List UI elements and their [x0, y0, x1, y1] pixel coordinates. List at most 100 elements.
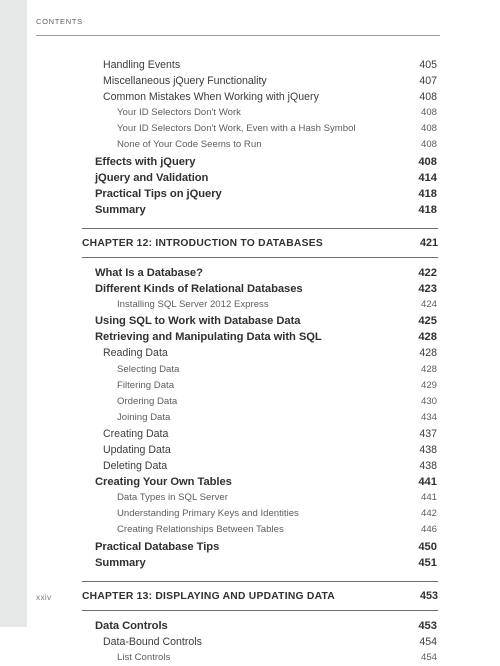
toc-entry-title: Data Controls	[95, 619, 168, 632]
toc-entry[interactable]: Creating Relationships Between Tables 446	[0, 522, 500, 538]
toc-entry[interactable]: jQuery and Validation 414	[0, 170, 500, 186]
toc-entry-title: Ordering Data	[117, 395, 178, 407]
toc-entry[interactable]: Filtering Data 429	[0, 378, 500, 394]
toc-entry[interactable]: Ordering Data 430	[0, 394, 500, 410]
toc-entry-title: Updating Data	[103, 443, 171, 456]
toc-entry-page-number: 408	[420, 139, 437, 151]
toc-entry-title: Selecting Data	[117, 363, 180, 375]
toc-entry-title: jQuery and Validation	[95, 171, 209, 184]
toc-entry-title: List Controls	[117, 651, 171, 663]
toc-entry[interactable]: Handling Events 405	[0, 57, 500, 73]
toc-entry-title: Practical Database Tips	[95, 540, 220, 553]
toc-entry[interactable]: Different Kinds of Relational Databases 4…	[0, 281, 500, 297]
toc-entry-page-number: 442	[420, 508, 437, 520]
toc-entry-title: Data-Bound Controls	[103, 635, 202, 648]
toc-entry-page-number: 422	[418, 266, 437, 279]
toc-entry-title: Practical Tips on jQuery	[95, 187, 222, 200]
toc-entry[interactable]: List Controls 454	[0, 650, 500, 666]
toc-entry-title: Creating Data	[103, 427, 169, 440]
toc-entry-title: Data Types in SQL Server	[117, 492, 228, 504]
toc-entry-title: Understanding Primary Keys and Identitie…	[117, 508, 299, 520]
toc-entry-page-number: 418	[418, 187, 437, 200]
toc-entry-page-number: 405	[419, 59, 437, 71]
toc-entry[interactable]: Understanding Primary Keys and Identitie…	[0, 506, 500, 522]
toc-entry[interactable]: Practical Database Tips 450	[0, 539, 500, 555]
toc-entry[interactable]: Updating Data 438	[0, 442, 500, 458]
toc-entry-page-number: 434	[420, 411, 437, 423]
toc-entry-page-number: 438	[419, 443, 437, 456]
toc-entry[interactable]: Reading Data 428	[0, 345, 500, 361]
toc-entry-page-number: 424	[420, 299, 437, 311]
chapter-title: CHAPTER 12: INTRODUCTION TO DATABASES	[82, 237, 323, 249]
toc-entry-title: What Is a Database?	[95, 266, 203, 279]
toc-entry-page-number: 423	[418, 283, 437, 296]
page-folio: xxiv	[36, 592, 52, 602]
toc-entry-page-number: 408	[418, 155, 437, 168]
toc-entry-page-number: 451	[418, 556, 437, 569]
table-of-contents: Handling Events 405 Miscellaneous jQuery F…	[0, 57, 500, 666]
toc-entry-page-number: 408	[420, 123, 437, 135]
toc-entry[interactable]: Summary 451	[0, 555, 500, 571]
running-head: CONTENTS	[36, 17, 83, 26]
toc-entry-page-number: 437	[419, 427, 437, 440]
toc-entry[interactable]: Retrieving and Manipulating Data with SQ…	[0, 329, 500, 345]
toc-entry-title: Different Kinds of Relational Databases	[95, 283, 303, 296]
toc-entry-page-number: 418	[418, 203, 437, 216]
toc-entry[interactable]: What Is a Database? 422	[0, 265, 500, 281]
chapter-heading[interactable]: CHAPTER 13: DISPLAYING AND UPDATING DATA…	[82, 580, 438, 611]
toc-entry[interactable]: Using SQL to Work with Database Data 425	[0, 313, 500, 329]
toc-entry[interactable]: Effects with jQuery 408	[0, 154, 500, 170]
toc-entry-page-number: 425	[418, 315, 437, 328]
toc-entry-page-number: 438	[419, 460, 437, 473]
toc-entry-title: Summary	[95, 556, 146, 569]
toc-entry-title: Creating Your Own Tables	[95, 476, 232, 489]
toc-entry[interactable]: None of Your Code Seems to Run 408	[0, 137, 500, 153]
toc-entry-title: Summary	[95, 203, 146, 216]
toc-entry-title: Retrieving and Manipulating Data with SQ…	[95, 331, 322, 344]
toc-entry-title: Deleting Data	[103, 460, 168, 473]
toc-entry[interactable]: Common Mistakes When Working with jQuery…	[0, 89, 500, 105]
toc-entry[interactable]: Data-Bound Controls 454	[0, 634, 500, 650]
toc-entry-title: Installing SQL Server 2012 Express	[117, 299, 269, 311]
toc-entry[interactable]: Deleting Data 438	[0, 458, 500, 474]
toc-entry[interactable]: Data Types in SQL Server 441	[0, 490, 500, 506]
toc-entry[interactable]: Miscellaneous jQuery Functionality 407	[0, 73, 500, 89]
toc-entry-page-number: 454	[419, 635, 437, 648]
toc-entry-page-number: 441	[418, 476, 437, 489]
toc-entry[interactable]: Data Controls 453	[0, 618, 500, 634]
toc-entry[interactable]: Installing SQL Server 2012 Express 424	[0, 297, 500, 313]
toc-entry[interactable]: Creating Your Own Tables 441	[0, 474, 500, 490]
toc-entry-page-number: 428	[420, 363, 437, 375]
toc-entry-page-number: 428	[419, 347, 437, 360]
toc-entry-page-number: 408	[420, 107, 437, 119]
toc-entry[interactable]: Your ID Selectors Don't Work 408	[0, 105, 500, 121]
toc-entry[interactable]: Your ID Selectors Don't Work, Even with …	[0, 121, 500, 137]
toc-entry-page-number: 407	[419, 75, 437, 88]
running-head-rule	[36, 35, 440, 36]
toc-entry-title: Joining Data	[117, 411, 171, 423]
toc-entry-title: Effects with jQuery	[95, 155, 196, 168]
toc-entry[interactable]: Practical Tips on jQuery 418	[0, 186, 500, 202]
toc-entry-page-number: 450	[418, 540, 437, 553]
toc-entry-page-number: 408	[419, 91, 437, 104]
toc-entry[interactable]: Joining Data 434	[0, 410, 500, 426]
chapter-title: CHAPTER 13: DISPLAYING AND UPDATING DATA	[82, 590, 335, 602]
chapter-page-number: 421	[419, 236, 438, 249]
toc-entry[interactable]: Summary 418	[0, 202, 500, 218]
toc-entry-title: Using SQL to Work with Database Data	[95, 315, 301, 328]
toc-entry-title: Your ID Selectors Don't Work	[117, 107, 241, 119]
toc-entry-page-number: 446	[420, 524, 437, 536]
chapter-heading[interactable]: CHAPTER 12: INTRODUCTION TO DATABASES 421	[82, 227, 438, 258]
toc-page: CONTENTS Handling Events 405 Miscellaneous…	[0, 0, 500, 663]
toc-entry-title: Creating Relationships Between Tables	[117, 524, 284, 536]
toc-entry-title: Reading Data	[103, 347, 168, 360]
toc-entry-page-number: 429	[420, 379, 437, 391]
toc-entry-page-number: 454	[420, 651, 437, 663]
toc-entry-page-number: 428	[418, 331, 437, 344]
toc-entry-page-number: 453	[418, 619, 437, 632]
toc-entry-title: Miscellaneous jQuery Functionality	[103, 75, 267, 88]
toc-entry[interactable]: Selecting Data 428	[0, 362, 500, 378]
toc-entry-page-number: 414	[418, 171, 437, 184]
toc-entry-title: Handling Events	[103, 59, 181, 71]
toc-entry[interactable]: Creating Data 437	[0, 426, 500, 442]
